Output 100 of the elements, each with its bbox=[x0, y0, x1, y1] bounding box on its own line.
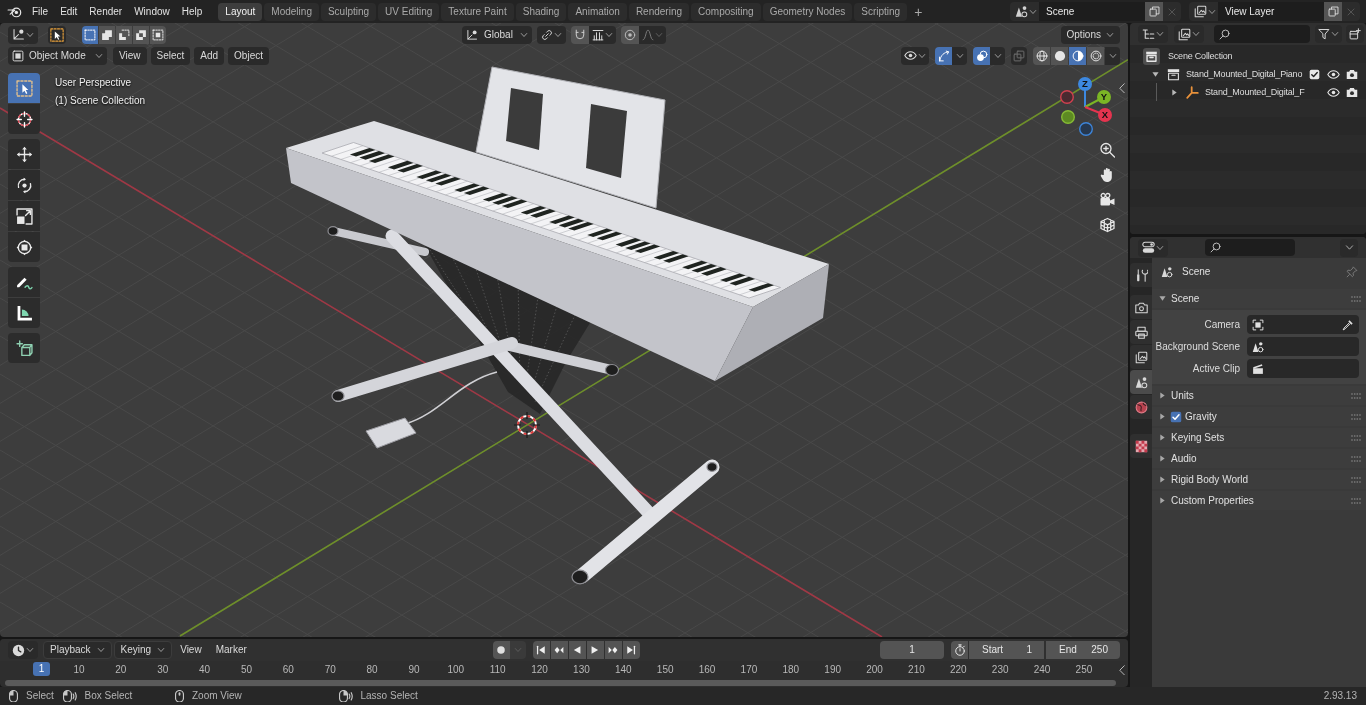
header-menu[interactable]: Select bbox=[150, 46, 191, 65]
axis-handle[interactable]: X bbox=[1084, 106, 1112, 122]
browse-button[interactable] bbox=[1189, 2, 1218, 21]
current-frame-field[interactable]: 1 bbox=[880, 641, 944, 659]
menu-item[interactable]: Help bbox=[175, 2, 209, 21]
preview-range-toggle[interactable] bbox=[951, 641, 968, 659]
tool-button[interactable] bbox=[8, 104, 40, 134]
snap-target-dropdown[interactable] bbox=[589, 25, 616, 44]
view-layer-dropdown[interactable] bbox=[1174, 25, 1204, 43]
overlay-toggle[interactable] bbox=[973, 46, 990, 65]
playhead-marker[interactable]: 1 bbox=[33, 662, 50, 676]
orientation-dropdown[interactable]: Global bbox=[462, 25, 532, 44]
playback-button[interactable] bbox=[604, 641, 622, 659]
properties-tab[interactable] bbox=[1130, 345, 1152, 369]
options-dropdown[interactable]: Options bbox=[1060, 25, 1120, 44]
triangle-down-icon[interactable] bbox=[1152, 70, 1159, 78]
gizmo-toggle[interactable] bbox=[935, 46, 952, 65]
checkbox[interactable] bbox=[1309, 68, 1320, 80]
shading-button[interactable] bbox=[1069, 46, 1086, 65]
drag-handle-icon[interactable] bbox=[1351, 476, 1361, 483]
chevron-left-icon[interactable] bbox=[1119, 83, 1125, 94]
outliner-item[interactable]: Stand_Mounted_Digital_F bbox=[1205, 86, 1309, 98]
properties-tab[interactable] bbox=[1130, 370, 1152, 394]
camera-icon[interactable] bbox=[1099, 192, 1116, 208]
menu-item[interactable]: Window bbox=[128, 2, 176, 21]
add-workspace-button[interactable]: + bbox=[909, 2, 928, 21]
eye-icon[interactable] bbox=[1327, 67, 1340, 81]
shading-button[interactable] bbox=[1087, 46, 1104, 65]
header-menu[interactable]: Object bbox=[228, 46, 269, 65]
timeline-menu[interactable]: Marker bbox=[209, 641, 253, 659]
menu-item[interactable]: File bbox=[26, 2, 55, 21]
checkbox[interactable] bbox=[1170, 410, 1182, 423]
clip-field[interactable] bbox=[1247, 359, 1359, 378]
eyedropper-icon[interactable] bbox=[1342, 318, 1354, 331]
editor-type-button[interactable] bbox=[8, 641, 38, 659]
playback-button[interactable] bbox=[532, 641, 550, 659]
workspace-tab[interactable]: Animation bbox=[568, 2, 627, 21]
scene-field[interactable] bbox=[1247, 337, 1359, 356]
scene-name-field[interactable]: Scene bbox=[1039, 2, 1145, 21]
search-field[interactable] bbox=[1205, 239, 1295, 256]
menu-item[interactable]: Edit bbox=[54, 2, 84, 21]
display-mode-dropdown[interactable] bbox=[1138, 25, 1168, 43]
copy-button[interactable] bbox=[1324, 2, 1342, 21]
tool-button[interactable] bbox=[8, 201, 40, 231]
timeline-dropdown[interactable]: Keying bbox=[113, 641, 173, 659]
end-frame-field[interactable]: End 250 bbox=[1046, 641, 1120, 659]
selection-mode-button[interactable] bbox=[150, 25, 166, 44]
tool-button[interactable] bbox=[8, 170, 40, 200]
workspace-tab[interactable]: Compositing bbox=[691, 2, 761, 21]
editor-type-button[interactable] bbox=[1138, 238, 1168, 257]
drag-handle-icon[interactable] bbox=[1351, 455, 1361, 462]
workspace-tab[interactable]: Sculpting bbox=[320, 2, 377, 21]
xray-toggle[interactable] bbox=[1011, 46, 1027, 65]
properties-tab[interactable] bbox=[1130, 320, 1152, 344]
logo-icon[interactable] bbox=[7, 4, 22, 19]
properties-tab[interactable] bbox=[1130, 295, 1152, 319]
header-menu[interactable]: View bbox=[113, 46, 147, 65]
tool-button[interactable] bbox=[8, 139, 40, 169]
axis-dot-icon[interactable] bbox=[1079, 122, 1093, 136]
properties-tab[interactable] bbox=[1130, 263, 1152, 287]
visibility-dropdown[interactable] bbox=[901, 46, 929, 65]
workspace-tab[interactable]: Modeling bbox=[264, 2, 319, 21]
selection-mode-button[interactable] bbox=[99, 25, 115, 44]
copy-button[interactable] bbox=[1145, 2, 1163, 21]
header-menu[interactable]: Add bbox=[194, 46, 225, 65]
filter-dropdown[interactable] bbox=[1315, 25, 1342, 43]
search-field[interactable] bbox=[1214, 25, 1310, 43]
properties-tab[interactable] bbox=[1130, 434, 1152, 458]
tool-button[interactable] bbox=[8, 232, 40, 262]
selection-mode-button[interactable] bbox=[82, 25, 98, 44]
drag-handle-icon[interactable] bbox=[1351, 497, 1361, 504]
proportional-editing-toggle[interactable] bbox=[621, 25, 639, 44]
start-frame-field[interactable]: Start 1 bbox=[969, 641, 1044, 659]
selection-mode-button[interactable] bbox=[116, 25, 132, 44]
axis-handle[interactable]: Y bbox=[1084, 90, 1111, 108]
auto-keying-toggle[interactable] bbox=[492, 641, 510, 659]
pivot-dropdown[interactable] bbox=[537, 25, 566, 44]
camera-icon[interactable] bbox=[1346, 68, 1358, 80]
workspace-tab[interactable]: Shading bbox=[515, 2, 567, 21]
eye-icon[interactable] bbox=[1327, 85, 1340, 99]
tool-button[interactable] bbox=[8, 298, 40, 328]
options-dropdown[interactable] bbox=[1340, 238, 1358, 257]
selection-mode-button[interactable] bbox=[133, 25, 149, 44]
mode-dropdown[interactable]: Object Mode bbox=[8, 46, 107, 65]
active-tool-button[interactable] bbox=[48, 25, 66, 44]
drag-handle-icon[interactable] bbox=[1351, 392, 1361, 399]
triangle-right-icon[interactable] bbox=[1171, 88, 1178, 96]
new-collection-button[interactable] bbox=[1346, 25, 1364, 43]
outliner-item[interactable]: Scene Collection bbox=[1168, 50, 1358, 62]
workspace-tab[interactable]: Rendering bbox=[628, 2, 690, 21]
playback-button[interactable] bbox=[586, 641, 604, 659]
drag-handle-icon[interactable] bbox=[1351, 295, 1361, 302]
properties-tab[interactable] bbox=[1130, 395, 1152, 419]
drag-handle-icon[interactable] bbox=[1351, 434, 1361, 441]
camera-icon[interactable] bbox=[1346, 86, 1358, 98]
playback-button[interactable] bbox=[550, 641, 568, 659]
browse-button[interactable] bbox=[1010, 2, 1039, 21]
workspace-tab[interactable]: UV Editing bbox=[378, 2, 440, 21]
playback-button[interactable] bbox=[622, 641, 640, 659]
chevron-left-icon[interactable] bbox=[1119, 665, 1125, 676]
